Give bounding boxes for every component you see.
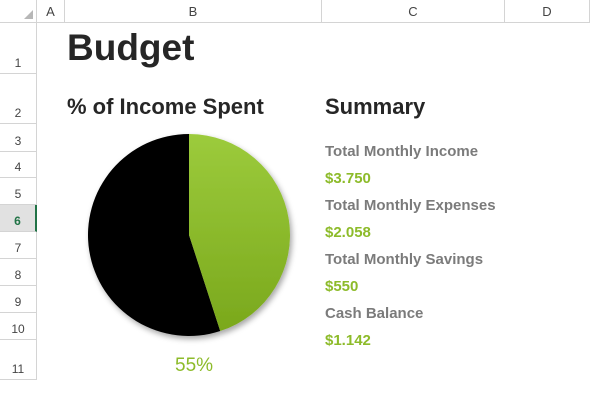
row-header-4[interactable]: 4 <box>0 152 37 178</box>
row-header-8[interactable]: 8 <box>0 259 37 286</box>
column-header-c[interactable]: C <box>322 0 505 23</box>
total-monthly-income-label[interactable]: Total Monthly Income <box>325 143 478 160</box>
column-header-d[interactable]: D <box>505 0 590 23</box>
row-header-2[interactable]: 2 <box>0 74 37 124</box>
total-monthly-savings-label[interactable]: Total Monthly Savings <box>325 251 483 268</box>
column-header-a[interactable]: A <box>37 0 65 23</box>
total-monthly-expenses-value[interactable]: $2.058 <box>325 224 371 241</box>
total-monthly-income-value[interactable]: $3.750 <box>325 170 371 187</box>
select-all-triangle-icon <box>24 10 33 19</box>
row-header-label: 2 <box>14 106 22 120</box>
row-header-3[interactable]: 3 <box>0 124 37 152</box>
row-header-6[interactable]: 6 <box>0 205 37 232</box>
row-header-7[interactable]: 7 <box>0 232 37 259</box>
column-header-b[interactable]: B <box>65 0 322 23</box>
row-header-label: 9 <box>14 295 22 309</box>
summary-heading[interactable]: Summary <box>325 94 425 120</box>
row-header-label: 7 <box>14 241 22 255</box>
row-header-10[interactable]: 10 <box>0 313 37 340</box>
percent-spent-label[interactable]: 55% <box>175 355 213 377</box>
row-header-5[interactable]: 5 <box>0 178 37 205</box>
income-spent-pie-chart[interactable] <box>80 126 302 348</box>
row-header-label: 8 <box>14 268 22 282</box>
pie-chart-svg <box>87 134 290 336</box>
row-header-label: 4 <box>14 160 22 174</box>
pie-chart-heading[interactable]: % of Income Spent <box>67 94 264 120</box>
cash-balance-value[interactable]: $1.142 <box>325 332 371 349</box>
row-header-label: 3 <box>14 134 22 148</box>
total-monthly-savings-value[interactable]: $550 <box>325 278 358 295</box>
row-header-9[interactable]: 9 <box>0 286 37 313</box>
row-header-label: 5 <box>14 187 22 201</box>
row-header-label: 6 <box>14 214 21 228</box>
row-header-label: 10 <box>11 322 25 336</box>
total-monthly-expenses-label[interactable]: Total Monthly Expenses <box>325 197 496 214</box>
row-header-1[interactable]: 1 <box>0 23 37 74</box>
cash-balance-label[interactable]: Cash Balance <box>325 305 423 322</box>
row-headers: 1 2 3 4 5 6 7 8 9 10 11 <box>0 23 37 402</box>
column-headers: A B C D <box>37 0 590 23</box>
row-header-11[interactable]: 11 <box>0 340 37 380</box>
select-all-corner[interactable] <box>0 0 37 23</box>
row-header-label: 1 <box>14 56 22 70</box>
row-header-label: 11 <box>11 362 25 376</box>
budget-title[interactable]: Budget <box>67 27 194 69</box>
